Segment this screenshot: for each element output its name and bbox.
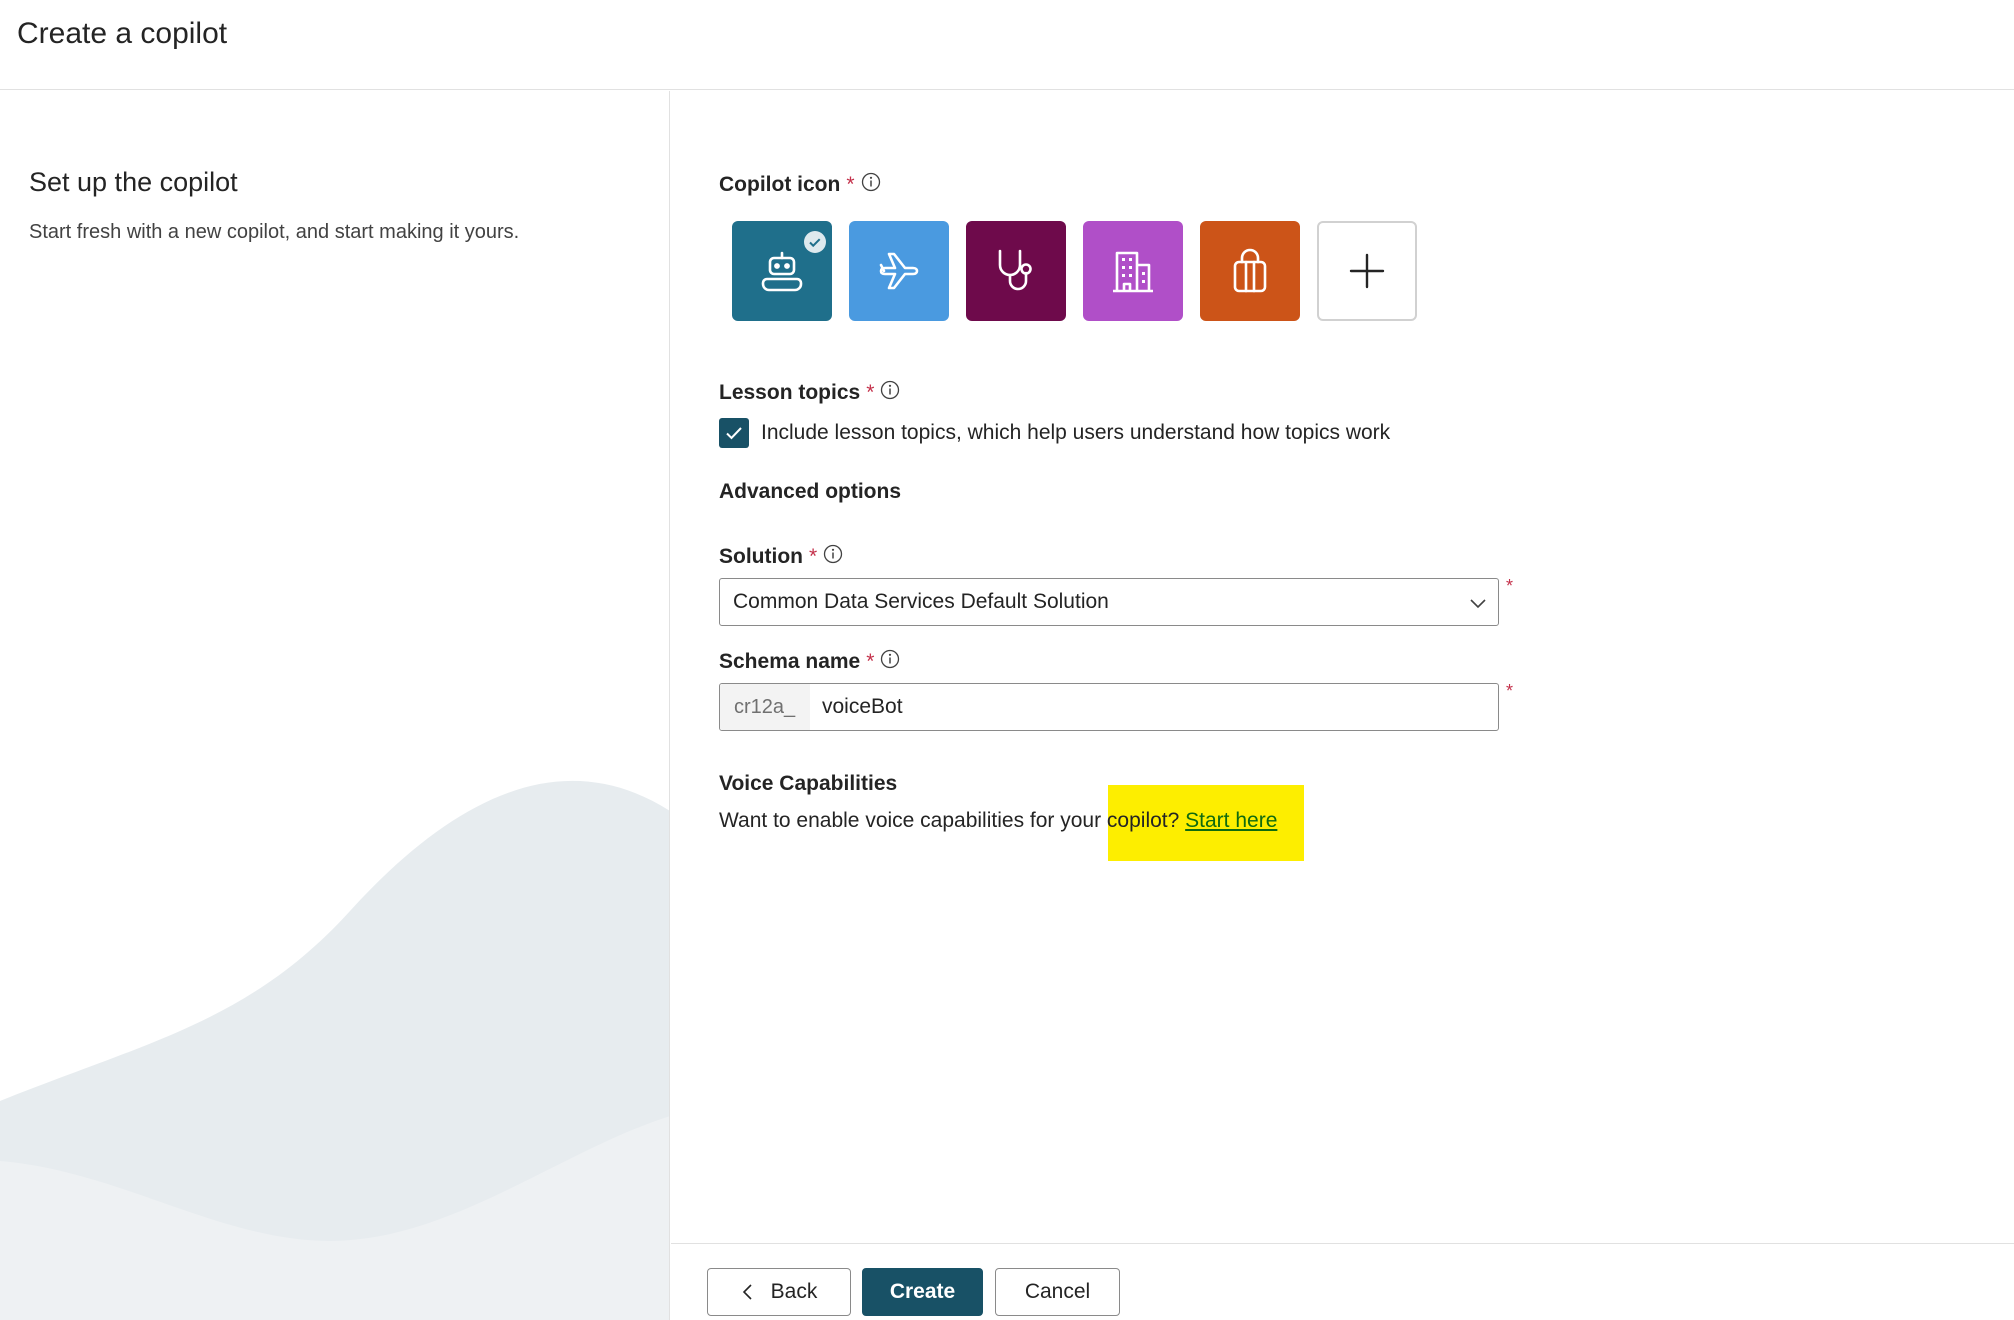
required-mark: * (1506, 681, 1514, 701)
voice-prompt-text: Want to enable voice capabilities for yo… (719, 809, 1186, 832)
voice-capabilities-text: Want to enable voice capabilities for yo… (719, 809, 1277, 833)
info-icon[interactable] (880, 649, 900, 675)
solution-label: Solution * (719, 544, 843, 570)
setup-description: Start fresh with a new copilot, and star… (29, 221, 520, 243)
create-button[interactable]: Create (862, 1268, 983, 1316)
info-icon[interactable] (861, 172, 881, 198)
page-title: Create a copilot (17, 17, 228, 50)
icon-option-robot[interactable] (732, 221, 832, 321)
advanced-options-text: Advanced options (719, 480, 902, 503)
selected-check-icon (803, 230, 827, 259)
advanced-options-heading: Advanced options (719, 480, 901, 504)
lesson-topics-checkbox[interactable] (719, 418, 749, 448)
cancel-button-label: Cancel (1024, 1280, 1091, 1303)
icon-option-airplane[interactable] (849, 221, 949, 321)
start-here-link[interactable]: Start here (1185, 809, 1277, 832)
back-button[interactable]: Back (707, 1268, 851, 1316)
cancel-button[interactable]: Cancel (995, 1268, 1120, 1316)
add-icon (1349, 253, 1385, 289)
lesson-topics-label-text: Lesson topics (719, 381, 861, 404)
left-pane: Set up the copilot Start fresh with a ne… (0, 91, 670, 1320)
page-header: Create a copilot (0, 0, 2014, 90)
create-button-label: Create (889, 1280, 956, 1303)
airplane-icon (879, 252, 919, 290)
required-mark: * (866, 381, 875, 404)
schema-name-field: cr12a_ (719, 683, 1499, 731)
required-mark: * (808, 545, 818, 568)
info-icon[interactable] (823, 544, 843, 570)
copilot-icon-label: Copilot icon * (719, 172, 881, 198)
chevron-left-icon (741, 1284, 755, 1300)
building-icon (1113, 251, 1153, 293)
solution-label-text: Solution (719, 545, 803, 568)
voice-capabilities-heading: Voice Capabilities (719, 772, 898, 795)
schema-name-label: Schema name * (719, 649, 900, 675)
add-icon-button[interactable] (1317, 221, 1417, 321)
copilot-icon-label-text: Copilot icon (719, 173, 841, 196)
footer-divider (671, 1243, 2014, 1244)
icon-option-building[interactable] (1083, 221, 1183, 321)
schema-prefix: cr12a_ (720, 684, 810, 730)
solution-selected-value: Common Data Services Default Solution (733, 590, 1109, 613)
icon-option-stethoscope[interactable] (966, 221, 1066, 321)
gift-bag-icon (1233, 248, 1267, 293)
lesson-topics-label: Lesson topics * (719, 380, 900, 406)
chevron-down-icon (1469, 594, 1487, 617)
lesson-topics-checkbox-label[interactable]: Include lesson topics, which help users … (761, 418, 1390, 448)
robot-icon (761, 251, 803, 292)
schema-name-label-text: Schema name (719, 650, 861, 673)
solution-dropdown[interactable]: Common Data Services Default Solution (719, 578, 1499, 626)
required-mark: * (846, 173, 855, 196)
setup-title: Set up the copilot (29, 167, 238, 197)
decorative-wave (0, 780, 669, 1320)
info-icon[interactable] (880, 380, 900, 406)
schema-name-input[interactable] (810, 684, 1498, 730)
required-mark: * (1506, 576, 1514, 596)
required-mark: * (866, 650, 875, 673)
stethoscope-icon (998, 249, 1032, 291)
back-button-label: Back (770, 1280, 818, 1303)
icon-option-gift-bag[interactable] (1200, 221, 1300, 321)
checkmark-icon (726, 427, 742, 440)
